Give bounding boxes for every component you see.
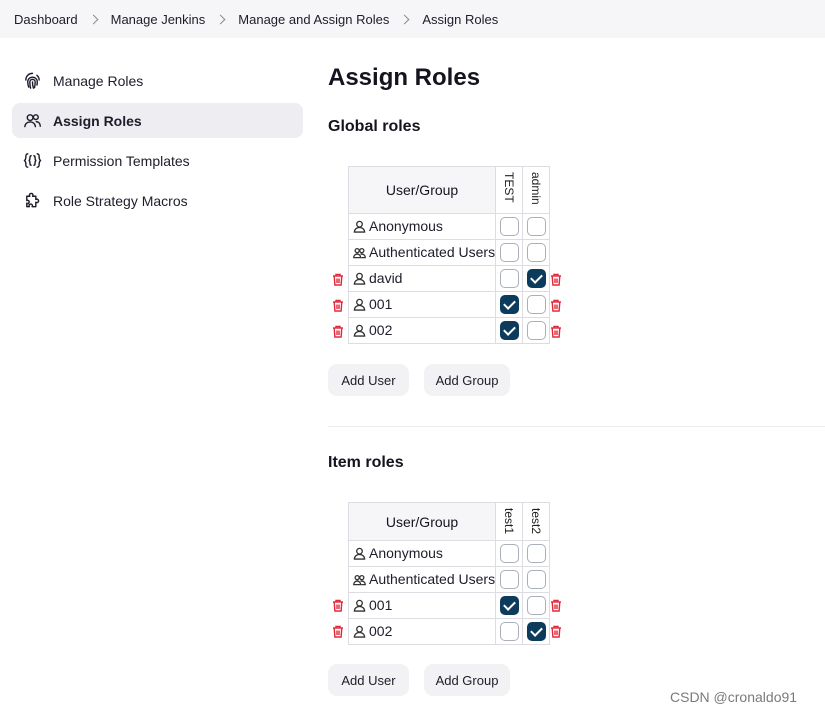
item-roles-table: User/Group test1 test2 Anonymous Authent… <box>347 502 551 645</box>
users-icon <box>22 111 42 131</box>
role-checkbox[interactable] <box>499 596 519 615</box>
sidebar-item-permission-templates[interactable]: Permission Templates <box>12 143 303 178</box>
breadcrumb: Dashboard Manage Jenkins Manage and Assi… <box>0 0 825 38</box>
table-row: Authenticated Users <box>347 566 551 593</box>
role-checkbox[interactable] <box>526 217 546 236</box>
row-name: Anonymous <box>369 217 443 234</box>
global-roles-heading: Global roles <box>328 118 421 135</box>
role-checkbox[interactable] <box>526 544 546 563</box>
sidebar: Manage Roles Assign Roles Permission Tem… <box>12 63 303 223</box>
fingerprint-icon <box>22 71 42 91</box>
sidebar-item-label: Assign Roles <box>53 112 142 129</box>
user-group-header: User/Group <box>347 502 497 541</box>
table-row: 001 <box>347 291 551 318</box>
users-icon <box>353 246 366 262</box>
row-name: Authenticated Users <box>369 570 496 587</box>
role-checkbox[interactable] <box>499 243 519 262</box>
table-row: Anonymous <box>347 213 551 240</box>
trash-icon[interactable] <box>550 325 562 338</box>
row-name: Anonymous <box>369 544 443 561</box>
role-header-admin: admin <box>522 166 551 214</box>
breadcrumb-manage-jenkins[interactable]: Manage Jenkins <box>111 12 206 27</box>
table-row: Authenticated Users <box>347 239 551 266</box>
table-row: david <box>347 265 551 292</box>
sidebar-item-label: Manage Roles <box>53 72 144 89</box>
role-checkbox[interactable] <box>526 295 546 314</box>
puzzle-icon <box>22 191 42 211</box>
sidebar-item-assign-roles[interactable]: Assign Roles <box>12 103 303 138</box>
role-checkbox[interactable] <box>499 217 519 236</box>
row-name: 002 <box>369 622 393 639</box>
row-name: 002 <box>369 321 393 338</box>
add-group-button[interactable]: Add Group <box>424 664 510 696</box>
trash-icon[interactable] <box>332 325 344 338</box>
sidebar-item-role-strategy-macros[interactable]: Role Strategy Macros <box>12 183 303 218</box>
table-row: 001 <box>347 592 551 619</box>
chevron-right-icon <box>88 14 99 24</box>
braces-icon <box>22 151 42 171</box>
chevron-right-icon <box>399 14 410 24</box>
sidebar-item-label: Role Strategy Macros <box>53 192 188 209</box>
role-header-test1: test1 <box>495 502 524 541</box>
global-roles-table: User/Group TEST admin Anonymous Authenti… <box>347 166 551 344</box>
item-roles-heading: Item roles <box>328 454 404 471</box>
row-name: david <box>369 269 403 286</box>
table-row: 002 <box>347 317 551 344</box>
row-name: 001 <box>369 295 393 312</box>
trash-icon[interactable] <box>550 299 562 312</box>
add-user-button[interactable]: Add User <box>328 364 409 396</box>
role-checkbox[interactable] <box>526 596 546 615</box>
row-name: Authenticated Users <box>369 243 496 260</box>
trash-icon[interactable] <box>550 599 562 612</box>
user-icon <box>353 272 366 288</box>
trash-icon[interactable] <box>332 299 344 312</box>
user-icon <box>353 547 366 563</box>
role-header-test: TEST <box>495 166 524 214</box>
section-divider <box>328 426 825 427</box>
trash-icon[interactable] <box>332 625 344 638</box>
add-user-button[interactable]: Add User <box>328 664 409 696</box>
role-checkbox[interactable] <box>526 622 546 641</box>
table-row: 002 <box>347 618 551 645</box>
breadcrumb-dashboard[interactable]: Dashboard <box>14 12 78 27</box>
trash-icon[interactable] <box>332 273 344 286</box>
role-checkbox[interactable] <box>526 321 546 340</box>
role-checkbox[interactable] <box>526 570 546 589</box>
role-header-test2: test2 <box>522 502 551 541</box>
watermark: CSDN @cronaldo91 <box>670 689 798 705</box>
users-icon <box>353 573 366 589</box>
page-title: Assign Roles <box>328 64 481 91</box>
add-group-button[interactable]: Add Group <box>424 364 510 396</box>
user-group-header: User/Group <box>347 166 497 214</box>
role-checkbox[interactable] <box>499 544 519 563</box>
table-row: Anonymous <box>347 540 551 567</box>
chevron-right-icon <box>215 14 226 24</box>
user-icon <box>353 599 366 615</box>
role-checkbox[interactable] <box>526 269 546 288</box>
role-checkbox[interactable] <box>499 321 519 340</box>
role-checkbox[interactable] <box>499 622 519 641</box>
row-name: 001 <box>369 596 393 613</box>
role-checkbox[interactable] <box>526 243 546 262</box>
user-icon <box>353 324 366 340</box>
sidebar-item-label: Permission Templates <box>53 152 190 169</box>
user-icon <box>353 298 366 314</box>
breadcrumb-manage-assign-roles[interactable]: Manage and Assign Roles <box>238 12 389 27</box>
trash-icon[interactable] <box>550 625 562 638</box>
breadcrumb-assign-roles[interactable]: Assign Roles <box>422 12 498 27</box>
user-icon <box>353 625 366 641</box>
trash-icon[interactable] <box>550 273 562 286</box>
trash-icon[interactable] <box>332 599 344 612</box>
role-checkbox[interactable] <box>499 570 519 589</box>
role-checkbox[interactable] <box>499 295 519 314</box>
sidebar-item-manage-roles[interactable]: Manage Roles <box>12 63 303 98</box>
user-icon <box>353 220 366 236</box>
role-checkbox[interactable] <box>499 269 519 288</box>
